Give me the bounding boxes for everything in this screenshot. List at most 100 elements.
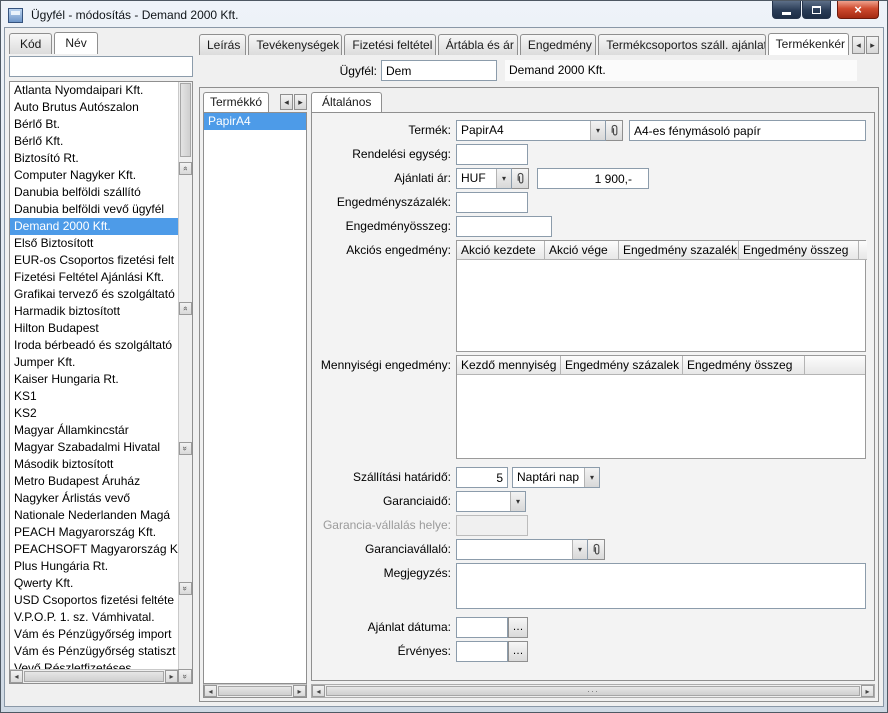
customer-list-item[interactable]: Harmadik biztosított [10,303,178,320]
column-header[interactable]: Engedmény szazalék [619,241,739,260]
scroll-left-button[interactable]: ◂ [204,685,217,697]
chevron-down-icon[interactable]: ▾ [572,540,587,559]
mennyisegi-grid[interactable]: Kezdő mennyiségEngedmény százalekEngedmé… [456,355,866,459]
product-tabs-scroll-left-button[interactable]: ◂ [280,94,293,110]
ervenyes-input[interactable] [456,641,508,662]
ajanlati-ar-input[interactable] [537,168,649,189]
scroll-left-button[interactable]: ◂ [312,685,325,697]
customer-code-input[interactable] [381,60,497,81]
customer-list-item[interactable]: EUR-os Csoportos fizetési felt [10,252,178,269]
customer-list-item[interactable]: Nationale Nederlanden Magá [10,507,178,524]
customer-list-item[interactable]: Bérlő Kft. [10,133,178,150]
ajanlat-datuma-picker-button[interactable]: … [508,617,528,638]
tab-nev[interactable]: Név [54,32,97,54]
column-header[interactable]: Engedmény összeg [739,241,859,260]
tabs-scroll-right-button[interactable]: ▸ [866,36,879,54]
termek-combo[interactable]: PapirA4 ▾ [456,120,606,141]
megjegyzes-textarea[interactable] [456,563,866,609]
tabs-scroll-left-button[interactable]: ◂ [852,36,865,54]
garanciavallalo-attach-button[interactable] [588,539,605,560]
customer-list-item[interactable]: Auto Brutus Autószalon [10,99,178,116]
customer-list-item[interactable]: PEACH Magyarország Kft. [10,524,178,541]
chevron-down-icon[interactable]: ▾ [496,169,511,188]
customer-list-item[interactable]: Nagyker Árlistás vevő [10,490,178,507]
customer-list-item[interactable]: Iroda bérbeadó és szolgáltató [10,337,178,354]
customer-list-item[interactable]: Magyar Államkincstár [10,422,178,439]
customer-list-item[interactable]: Grafikai tervező és szolgáltató [10,286,178,303]
customer-list-item[interactable]: Első Biztosított [10,235,178,252]
product-list-item[interactable]: PapirA4 [204,113,306,130]
customer-list-item[interactable]: Bérlő Bt. [10,116,178,133]
customer-list-item[interactable]: Danubia belföldi szállító [10,184,178,201]
tab-ártábla-és-ár[interactable]: Ártábla és ár [438,34,518,55]
akcios-grid-body[interactable] [457,260,865,351]
chevron-down-icon[interactable]: ▾ [510,492,525,511]
minimize-button[interactable] [772,1,801,19]
tab-kod[interactable]: Kód [9,33,52,54]
tab-tevékenységek[interactable]: Tevékenységek [248,34,342,55]
product-list-hscrollbar[interactable]: ◂ ▸ [203,684,307,698]
customer-list-item[interactable]: Magyar Szabadalmi Hivatal [10,439,178,456]
customer-list-vscrollbar[interactable]: » » » » [178,82,192,669]
customer-list-item[interactable]: Vám és Pénzügyőrség statiszt [10,643,178,660]
customer-list-item[interactable]: Computer Nagyker Kft. [10,167,178,184]
currency-combo[interactable]: HUF ▾ [456,168,512,189]
customer-list-item[interactable]: KS1 [10,388,178,405]
column-header[interactable]: Kezdő mennyiség [457,356,561,375]
engedmeny-osszeg-input[interactable] [456,216,552,237]
currency-attach-button[interactable] [512,168,529,189]
scroll-page-down-button[interactable]: » [178,669,192,683]
tab-fizetési-feltétel[interactable]: Fizetési feltétel [344,34,435,55]
termek-name-input[interactable] [629,120,866,141]
close-button[interactable]: × [837,1,879,19]
customer-list-item[interactable]: Plus Hungária Rt. [10,558,178,575]
customer-list-item[interactable]: USD Csoportos fizetési feltéte [10,592,178,609]
customer-list-item[interactable]: Demand 2000 Kft. [10,218,178,235]
tab-leírás[interactable]: Leírás [199,34,246,55]
engedmeny-szazalek-input[interactable] [456,192,528,213]
fast-scroll-down-button[interactable]: » [179,442,192,455]
mennyisegi-grid-body[interactable] [457,375,865,458]
product-tabs-scroll-right-button[interactable]: ▸ [294,94,307,110]
customer-list-item[interactable]: Qwerty Kft. [10,575,178,592]
column-header[interactable]: Akció kezdete [457,241,545,260]
scroll-right-button[interactable]: ▸ [165,670,178,683]
customer-list-item[interactable]: Vám és Pénzügyőrség import [10,626,178,643]
fast-scroll-up-button[interactable]: » [179,302,192,315]
customer-list-item[interactable]: Atlanta Nyomdaipari Kft. [10,82,178,99]
tab-engedmény[interactable]: Engedmény [520,34,596,55]
customer-list-item[interactable]: Vevő Részletfizetéses [10,660,178,669]
hscroll-thumb[interactable]: ··· [326,686,860,696]
chevron-down-icon[interactable]: ▾ [590,121,605,140]
chevron-down-icon[interactable]: ▾ [584,468,599,487]
fast-scroll-up-button[interactable]: » [179,162,192,175]
hscroll-thumb[interactable] [24,671,164,682]
garanciaido-combo[interactable]: ▾ [456,491,526,512]
garanciavallalo-combo[interactable]: ▾ [456,539,588,560]
customer-list-item[interactable]: Kaiser Hungaria Rt. [10,371,178,388]
customer-list-item[interactable]: PEACHSOFT Magyarország K [10,541,178,558]
customer-list-item[interactable]: Második biztosított [10,456,178,473]
customer-list-item[interactable]: Fizetési Feltétel Ajánlási Kft. [10,269,178,286]
detail-hscrollbar[interactable]: ◂ ··· ▸ [311,684,875,698]
customer-list-item[interactable]: Danubia belföldi vevő ügyfél [10,201,178,218]
szallitasi-hatarido-input[interactable] [456,467,508,488]
ajanlat-datuma-input[interactable] [456,617,508,638]
scroll-right-button[interactable]: ▸ [293,685,306,697]
titlebar[interactable]: Ügyfél - módosítás - Demand 2000 Kft. [4,1,884,27]
akcios-grid[interactable]: Akció kezdeteAkció végeEngedmény szazalé… [456,240,866,352]
vscroll-thumb[interactable] [180,83,191,157]
column-header[interactable]: Engedmény százalek [561,356,683,375]
ervenyes-picker-button[interactable]: … [508,641,528,662]
fast-scroll-down-button[interactable]: » [179,582,192,595]
column-header[interactable]: Akció vége [545,241,619,260]
customer-list-item[interactable]: Biztosító Rt. [10,150,178,167]
scroll-right-button[interactable]: ▸ [861,685,874,697]
customer-list-item[interactable]: KS2 [10,405,178,422]
maximize-button[interactable] [802,1,831,19]
tab-termékenkér[interactable]: Termékenkér [768,33,849,55]
termek-attach-button[interactable] [606,120,623,141]
hscroll-thumb[interactable] [218,686,292,696]
column-header[interactable]: Engedmény összeg [683,356,805,375]
customer-list-hscrollbar[interactable]: ◂ ▸ [10,669,178,683]
